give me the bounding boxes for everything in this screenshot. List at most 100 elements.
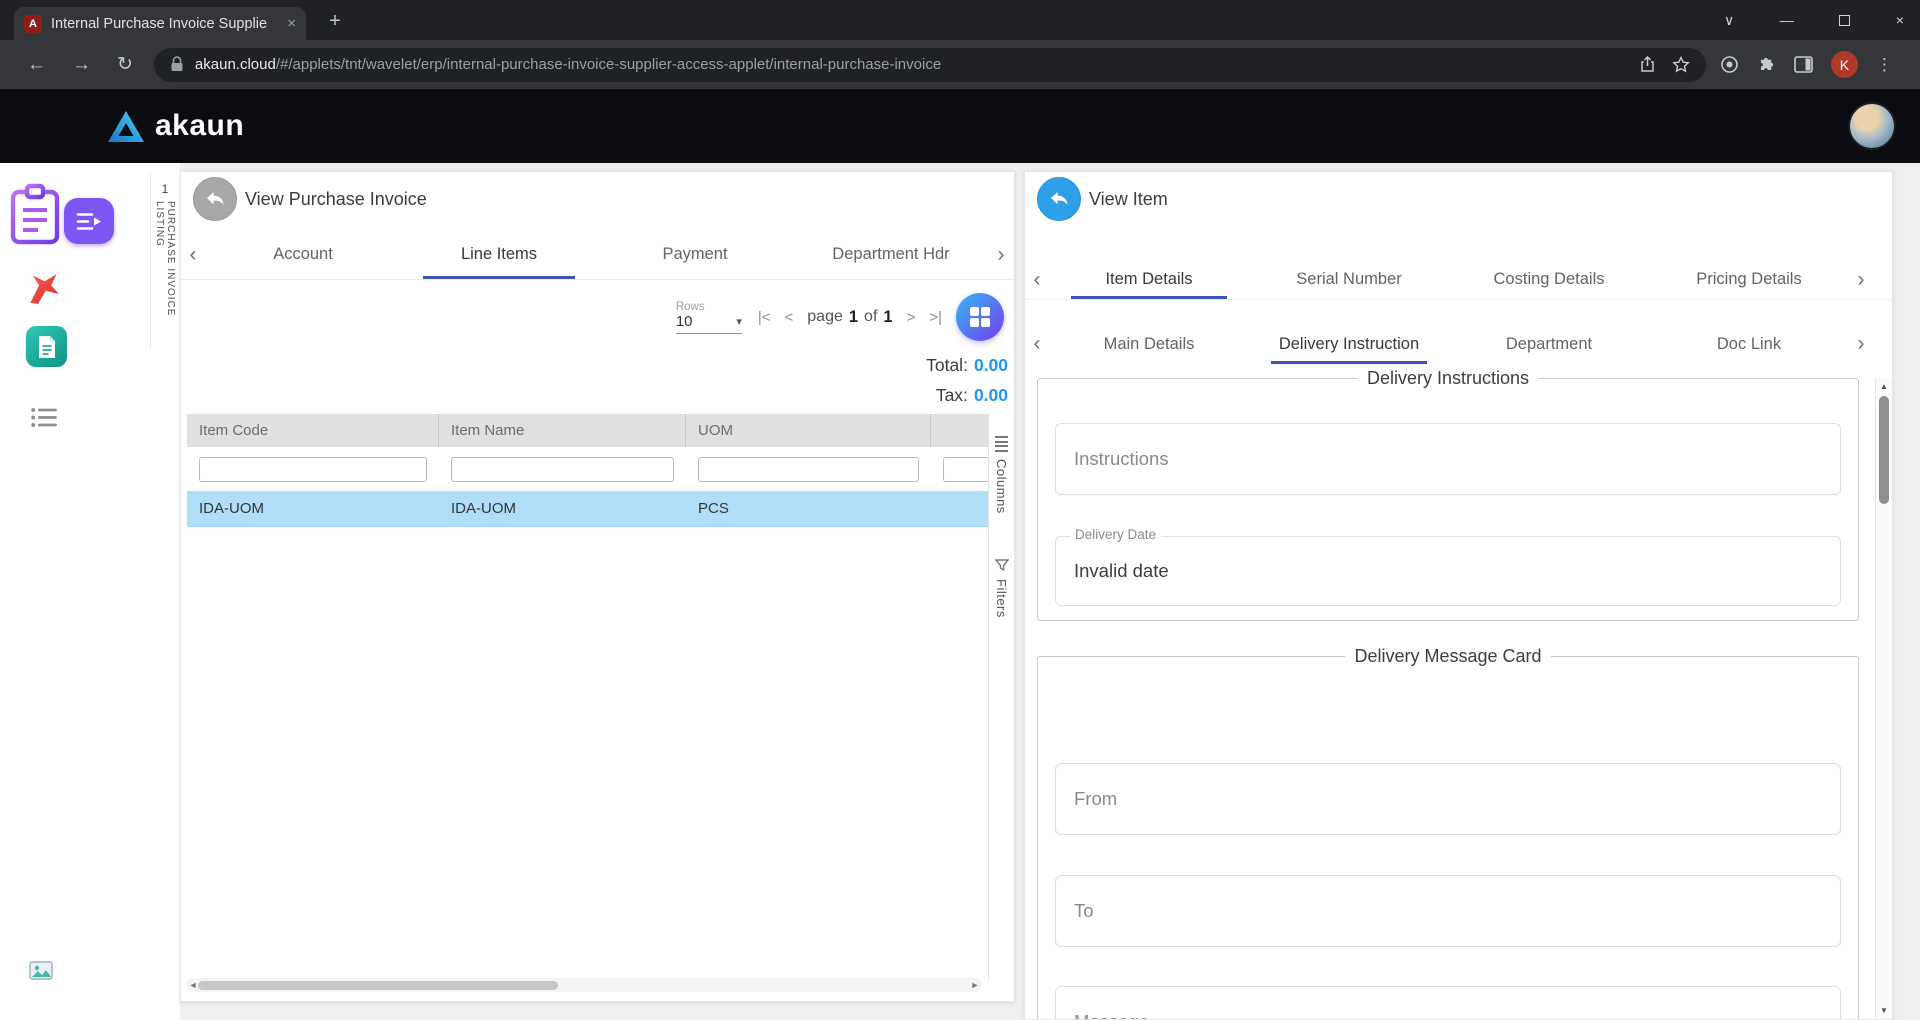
window-minimize-button[interactable]: — xyxy=(1780,12,1794,28)
filter-input-uom[interactable] xyxy=(698,456,919,482)
extension-target-icon[interactable] xyxy=(1720,55,1739,74)
next-page-button[interactable]: > xyxy=(907,309,916,326)
current-applet-clipboard-icon[interactable] xyxy=(8,183,64,247)
user-avatar[interactable] xyxy=(1848,102,1896,150)
item-back-button[interactable] xyxy=(1037,177,1081,221)
tabs-scroll-right-icon[interactable]: › xyxy=(1849,332,1873,356)
first-page-button[interactable]: |< xyxy=(758,309,771,326)
tab-serial-number[interactable]: Serial Number xyxy=(1249,260,1449,299)
prev-page-button[interactable]: < xyxy=(785,309,794,326)
delivery-date-field[interactable]: Delivery Date Invalid date xyxy=(1055,527,1841,606)
tab-pricing-details[interactable]: Pricing Details xyxy=(1649,260,1849,299)
akaun-logo: akaun xyxy=(108,109,244,143)
tab-delivery-instruction[interactable]: Delivery Instruction xyxy=(1249,324,1449,364)
tab-department[interactable]: Department xyxy=(1449,324,1649,364)
tab-account[interactable]: Account xyxy=(205,230,401,279)
forward-icon[interactable]: → xyxy=(72,54,91,76)
tab-main-details[interactable]: Main Details xyxy=(1049,324,1249,364)
scroll-down-icon[interactable]: ▼ xyxy=(1876,1006,1892,1015)
listing-vertical-tab[interactable]: 1 PURCHASE INVOICE LISTING xyxy=(150,173,179,349)
vertical-scrollbar-thumb[interactable] xyxy=(1879,396,1889,504)
browser-tabstrip: A Internal Purchase Invoice Supplie × + … xyxy=(0,0,1920,40)
tabs-scroll-left-icon[interactable]: ‹ xyxy=(1025,332,1049,356)
page-total: 1 xyxy=(883,307,893,326)
browser-profile-avatar[interactable]: K xyxy=(1830,51,1858,78)
filter-input-partial[interactable] xyxy=(943,456,989,482)
delivery-instructions-section: Delivery Instructions Instructions Deliv… xyxy=(1037,368,1859,621)
filter-input-item-name[interactable] xyxy=(451,456,674,482)
column-header-uom[interactable]: UOM xyxy=(686,414,931,447)
to-label: To xyxy=(1074,900,1094,921)
akaun-logo-icon xyxy=(108,110,144,142)
tab-search-chevron-icon[interactable]: ∨ xyxy=(1724,12,1734,29)
window-maximize-button[interactable] xyxy=(1839,14,1851,26)
tabs-scroll-left-icon[interactable]: ‹ xyxy=(1025,268,1049,292)
listing-tab-label: PURCHASE INVOICE LISTING xyxy=(154,201,176,317)
rail-app-document-icon[interactable] xyxy=(26,326,67,367)
scroll-up-icon[interactable]: ▲ xyxy=(1876,382,1892,391)
omnibox-actions xyxy=(1639,56,1690,73)
page-of-word: of xyxy=(864,308,878,325)
tabs-scroll-right-icon[interactable]: › xyxy=(989,243,1013,267)
applet-menu-button[interactable] xyxy=(64,198,114,244)
reload-icon[interactable]: ↻ xyxy=(117,53,133,76)
rail-app-list-icon[interactable] xyxy=(31,407,58,428)
columns-tool-button[interactable]: Columns xyxy=(994,436,1009,513)
filters-tool-button[interactable]: Filters xyxy=(994,559,1009,618)
tab-payment[interactable]: Payment xyxy=(597,230,793,279)
tab-close-icon[interactable]: × xyxy=(287,15,296,32)
new-tab-button[interactable]: + xyxy=(322,8,348,34)
tabs-scroll-left-icon[interactable]: ‹ xyxy=(181,243,205,267)
extensions-puzzle-icon[interactable] xyxy=(1757,55,1776,74)
total-row: Total: 0.00 xyxy=(926,350,1008,380)
tab-costing-details[interactable]: Costing Details xyxy=(1449,260,1649,299)
vertical-scrollbar[interactable]: ▲ ▼ xyxy=(1875,378,1892,1019)
column-header-item-name[interactable]: Item Name xyxy=(439,414,686,447)
tax-label: Tax: xyxy=(935,385,968,405)
tab-item-details[interactable]: Item Details xyxy=(1049,260,1249,299)
delivery-date-label: Delivery Date xyxy=(1070,527,1162,542)
tab-doc-link[interactable]: Doc Link xyxy=(1649,324,1849,364)
share-icon[interactable] xyxy=(1639,56,1656,73)
column-header-partial[interactable] xyxy=(931,414,989,447)
tab-favicon-icon: A xyxy=(24,14,42,33)
table-header-row: Item Code Item Name UOM xyxy=(187,414,989,447)
window-close-button[interactable]: × xyxy=(1896,12,1904,28)
tab-line-items[interactable]: Line Items xyxy=(401,230,597,279)
rail-app-bird-icon[interactable] xyxy=(26,271,61,306)
rows-value: 10 xyxy=(675,312,693,330)
back-icon[interactable]: ← xyxy=(27,54,46,76)
last-page-button[interactable]: >| xyxy=(929,309,942,326)
rail-image-placeholder-icon xyxy=(29,961,53,980)
address-bar[interactable]: akaun.cloud/#/applets/tnt/wavelet/erp/in… xyxy=(153,47,1706,82)
browser-menu-icon[interactable]: ⋮ xyxy=(1876,55,1893,75)
bookmark-star-icon[interactable] xyxy=(1672,56,1690,73)
delivery-message-card-section: Delivery Message Card From To Message xyxy=(1037,646,1859,1019)
grid-side-tools: Columns Filters xyxy=(988,414,1014,980)
tabs-scroll-right-icon[interactable]: › xyxy=(1849,268,1873,292)
tab-department-hdr[interactable]: Department Hdr xyxy=(793,230,989,279)
invoice-totals: Total: 0.00 Tax: 0.00 xyxy=(926,350,1008,410)
side-panel-icon[interactable] xyxy=(1794,56,1813,73)
back-button[interactable] xyxy=(193,177,237,221)
filter-input-item-code[interactable] xyxy=(199,456,427,482)
from-field[interactable]: From xyxy=(1055,763,1841,835)
message-field[interactable]: Message xyxy=(1055,986,1841,1019)
horizontal-scrollbar[interactable]: ◄ ► xyxy=(186,978,982,992)
column-header-item-code[interactable]: Item Code xyxy=(187,414,439,447)
table-row[interactable]: IDA-UOM IDA-UOM PCS xyxy=(187,491,989,527)
browser-tab[interactable]: A Internal Purchase Invoice Supplie × xyxy=(14,7,306,40)
horizontal-scrollbar-thumb[interactable] xyxy=(198,980,558,990)
page-current: 1 xyxy=(848,307,859,326)
message-label: Message xyxy=(1074,1011,1149,1019)
url-path: /#/applets/tnt/wavelet/erp/internal-purc… xyxy=(275,56,942,73)
to-field[interactable]: To xyxy=(1055,875,1841,947)
logo-text: akaun xyxy=(155,109,245,142)
table-settings-button[interactable] xyxy=(956,293,1004,341)
instructions-field[interactable]: Instructions xyxy=(1055,423,1841,495)
delivery-date-value: Invalid date xyxy=(1074,560,1169,581)
rows-label: Rows xyxy=(675,300,705,313)
rows-per-page-select[interactable]: Rows 10 ▾ xyxy=(675,300,742,334)
scroll-right-icon[interactable]: ► xyxy=(968,980,982,990)
paginator: |< < page 1 of 1 > >| xyxy=(758,308,942,327)
